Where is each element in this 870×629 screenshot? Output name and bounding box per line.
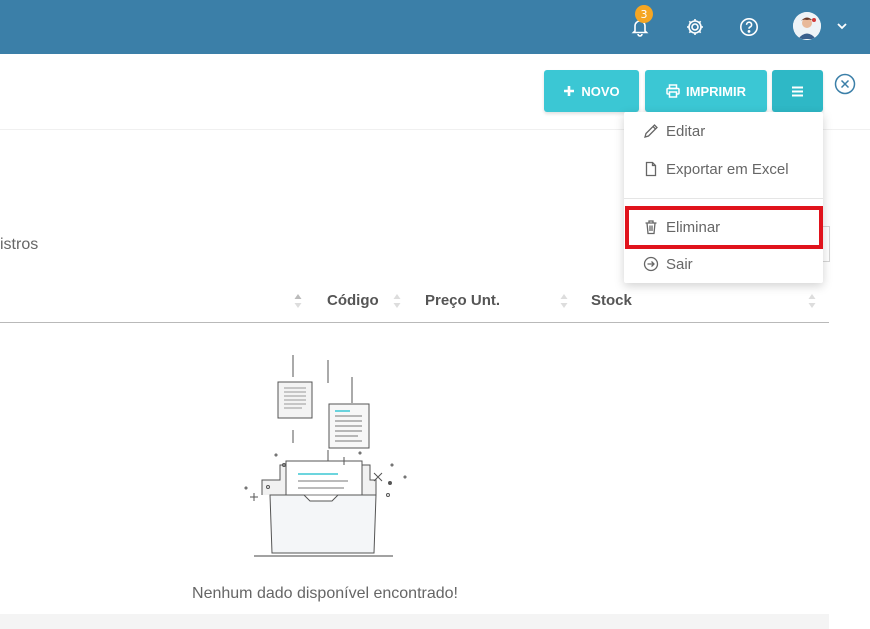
new-button[interactable]: NOVO (544, 70, 639, 112)
settings-button[interactable] (680, 12, 710, 42)
plus-icon (564, 86, 575, 96)
trash-icon (645, 220, 657, 235)
table-header: Código Preço Unt. Stock (0, 282, 829, 323)
menu-divider (624, 198, 823, 199)
column-header-stock[interactable]: Stock (591, 292, 632, 309)
table-footer (0, 614, 829, 629)
sort-icon[interactable] (393, 293, 401, 309)
avatar[interactable] (793, 12, 821, 40)
menu-item-label: Sair (666, 255, 693, 273)
column-header-codigo[interactable]: Código (327, 292, 379, 309)
menu-item-label: Exportar em Excel (666, 160, 789, 178)
empty-folder-illustration (244, 355, 407, 557)
printer-icon (666, 84, 680, 98)
gear-icon (687, 19, 703, 35)
help-button[interactable] (734, 12, 764, 42)
print-button-label: IMPRIMIR (686, 83, 746, 99)
actions-dropdown-menu: Editar Exportar em Excel Eliminar Sair (624, 112, 823, 283)
column-header-preco[interactable]: Preço Unt. (425, 292, 500, 309)
menu-item-exit[interactable]: Sair (624, 249, 823, 279)
print-button[interactable]: IMPRIMIR (645, 70, 767, 112)
chevron-down-icon[interactable] (834, 18, 850, 34)
top-navbar: 3 (0, 0, 870, 54)
new-button-label: NOVO (581, 83, 620, 99)
close-circle-icon[interactable] (834, 73, 856, 95)
menu-item-export-excel[interactable]: Exportar em Excel (624, 154, 823, 184)
menu-item-delete[interactable]: Eliminar (624, 212, 823, 242)
sort-icon[interactable] (560, 293, 568, 309)
empty-state-message: Nenhum dado disponível encontrado! (192, 585, 458, 602)
menu-item-label: Eliminar (666, 218, 721, 236)
notification-badge: 3 (635, 5, 653, 23)
user-avatar-icon (793, 12, 821, 40)
records-info: istros (0, 236, 39, 253)
sort-icon[interactable] (808, 293, 816, 309)
menu-item-label: Editar (666, 122, 706, 140)
notifications-button[interactable]: 3 (625, 5, 655, 42)
pencil-icon (644, 124, 658, 138)
menu-toggle-button[interactable] (772, 70, 823, 112)
exit-circle-icon (643, 256, 659, 272)
sort-icon[interactable] (294, 293, 302, 309)
menu-item-edit[interactable]: Editar (624, 116, 823, 146)
help-icon (740, 18, 758, 36)
page-size-select-edge[interactable] (822, 226, 830, 262)
hamburger-icon (792, 86, 803, 96)
file-icon (645, 161, 657, 177)
